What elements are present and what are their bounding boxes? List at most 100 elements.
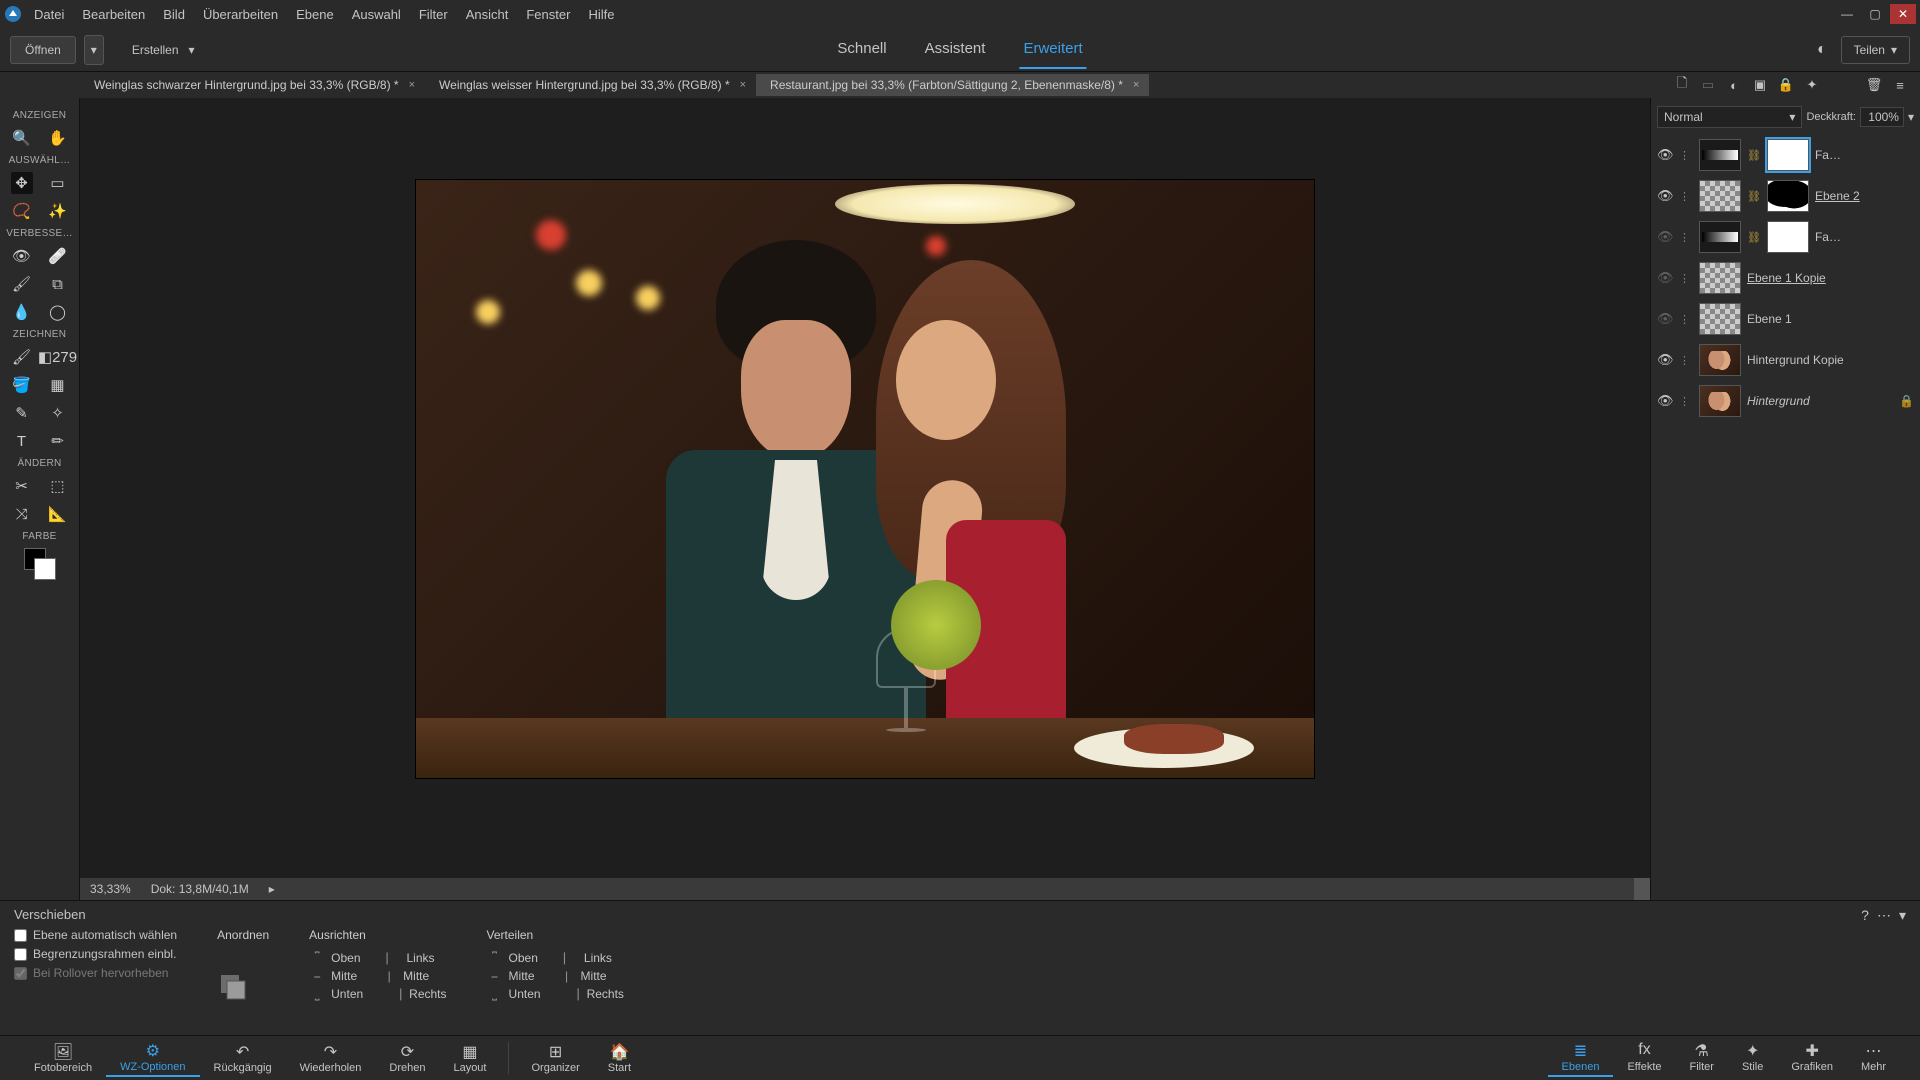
close-icon[interactable]: ×: [740, 79, 746, 91]
hand-tool[interactable]: ✋: [47, 127, 69, 149]
organizer-button[interactable]: ⊞Organizer: [517, 1040, 593, 1076]
layer-mask-thumb[interactable]: [1767, 180, 1809, 212]
crop-tool[interactable]: ✂: [11, 475, 33, 497]
layer-row[interactable]: 👁 ⋮ ⛓ Fa…: [1657, 136, 1914, 174]
zoom-tool[interactable]: 🔍: [11, 127, 33, 149]
sponge-tool[interactable]: ◯: [47, 301, 69, 323]
fx-icon[interactable]: ✦: [1802, 75, 1822, 95]
doctab-1[interactable]: Weinglas weisser Hintergrund.jpg bei 33,…: [425, 74, 756, 96]
mode-assistent[interactable]: Assistent: [921, 30, 990, 69]
rollover-highlight-checkbox[interactable]: Bei Rollover hervorheben: [14, 966, 177, 980]
align-right[interactable]: ⎹Rechts: [387, 987, 446, 1001]
visibility-toggle[interactable]: 👁: [1657, 352, 1673, 368]
auto-select-layer-checkbox[interactable]: Ebene automatisch wählen: [14, 928, 177, 942]
foreground-color[interactable]: [34, 558, 56, 580]
close-icon[interactable]: ×: [1133, 79, 1139, 91]
menu-auswahl[interactable]: Auswahl: [352, 7, 401, 22]
align-top[interactable]: ⎴Oben: [309, 951, 360, 965]
shape-tool[interactable]: ✧: [47, 402, 69, 424]
blur-tool[interactable]: 💧: [11, 301, 33, 323]
redo-button[interactable]: ↷Wiederholen: [286, 1040, 376, 1076]
dist-left[interactable]: ⎸Links: [562, 951, 612, 965]
layer-mask-thumb[interactable]: [1767, 221, 1809, 253]
marquee-tool[interactable]: ▭: [47, 172, 69, 194]
layer-mask-thumb[interactable]: [1767, 139, 1809, 171]
layer-name[interactable]: Ebene 2: [1815, 189, 1914, 203]
visibility-toggle[interactable]: 👁: [1657, 229, 1673, 245]
link-icon[interactable]: ⋮: [1679, 149, 1693, 162]
align-vcenter[interactable]: ⎯Mitte: [309, 969, 357, 983]
color-swatches[interactable]: [24, 548, 56, 580]
layer-name[interactable]: Fa…: [1815, 230, 1914, 244]
mask-icon[interactable]: ▣: [1750, 75, 1770, 95]
collapse-icon[interactable]: ▾: [1899, 907, 1906, 924]
blend-mode-select[interactable]: Normal▾: [1657, 106, 1802, 128]
content-move-tool[interactable]: ⤨: [11, 503, 33, 525]
layer-thumb[interactable]: [1699, 303, 1741, 335]
close-icon[interactable]: ×: [409, 79, 415, 91]
eyedropper-tool[interactable]: ✎: [11, 402, 33, 424]
layer-thumb[interactable]: [1699, 385, 1741, 417]
eraser-tool[interactable]: ◧279: [47, 346, 69, 368]
styles-tab[interactable]: ✦Stile: [1728, 1039, 1777, 1077]
home-button[interactable]: 🏠Start: [594, 1040, 645, 1076]
link-icon[interactable]: ⋮: [1679, 354, 1693, 367]
fill-tool[interactable]: 🪣: [11, 374, 33, 396]
close-button[interactable]: ✕: [1890, 4, 1916, 24]
theme-toggle-icon[interactable]: ◐: [1817, 41, 1827, 59]
mask-link-icon[interactable]: ⛓: [1747, 149, 1761, 162]
layer-thumb[interactable]: [1699, 180, 1741, 212]
layer-name[interactable]: Fa…: [1815, 148, 1914, 162]
canvas-area[interactable]: 33,33% Dok: 13,8M/40,1M ▸: [80, 98, 1650, 900]
recompose-tool[interactable]: ⬚: [47, 475, 69, 497]
menu-filter[interactable]: Filter: [419, 7, 448, 22]
lasso-tool[interactable]: 📿: [11, 200, 33, 222]
wand-tool[interactable]: ✨: [47, 200, 69, 222]
menu-ebene[interactable]: Ebene: [296, 7, 334, 22]
chevron-down-icon[interactable]: ▾: [1908, 110, 1914, 124]
create-button[interactable]: Erstellen▾: [122, 37, 205, 63]
photo-bin-button[interactable]: 🖼Fotobereich: [20, 1040, 106, 1076]
layer-name[interactable]: Hintergrund: [1747, 394, 1893, 408]
menu-bild[interactable]: Bild: [163, 7, 185, 22]
mask-link-icon[interactable]: ⛓: [1747, 231, 1761, 244]
layer-row[interactable]: 👁 ⋮ Hintergrund Kopie: [1657, 341, 1914, 379]
panel-menu-icon[interactable]: ≡: [1890, 75, 1910, 95]
menu-ueberarbeiten[interactable]: Überarbeiten: [203, 7, 278, 22]
opacity-input[interactable]: 100%: [1860, 107, 1904, 127]
more-tab[interactable]: ⋯Mehr: [1847, 1039, 1900, 1077]
redeye-tool[interactable]: 👁: [11, 245, 33, 267]
layer-thumb[interactable]: [1699, 139, 1741, 171]
link-icon[interactable]: ⋮: [1679, 231, 1693, 244]
show-bounding-box-checkbox[interactable]: Begrenzungsrahmen einbl.: [14, 947, 177, 961]
rotate-button[interactable]: ⟳Drehen: [375, 1040, 439, 1076]
clone-tool[interactable]: ⧉: [47, 273, 69, 295]
link-icon[interactable]: ⋮: [1679, 395, 1693, 408]
layer-row[interactable]: 👁 ⋮ Ebene 1 Kopie: [1657, 259, 1914, 297]
gradient-tool[interactable]: ▦: [47, 374, 69, 396]
new-layer-icon[interactable]: 🗋: [1672, 75, 1692, 95]
minimize-button[interactable]: —: [1834, 4, 1860, 24]
layer-name[interactable]: Hintergrund Kopie: [1747, 353, 1914, 367]
smart-brush-tool[interactable]: 🖌: [11, 273, 33, 295]
straighten-tool[interactable]: 📐: [47, 503, 69, 525]
link-icon[interactable]: ⋮: [1679, 190, 1693, 203]
menu-hilfe[interactable]: Hilfe: [588, 7, 614, 22]
visibility-toggle[interactable]: 👁: [1657, 147, 1673, 163]
menu-ansicht[interactable]: Ansicht: [466, 7, 509, 22]
doctab-0[interactable]: Weinglas schwarzer Hintergrund.jpg bei 3…: [80, 74, 425, 96]
dist-bottom[interactable]: ⎵Unten: [487, 987, 541, 1001]
link-icon[interactable]: ⋮: [1679, 313, 1693, 326]
type-tool[interactable]: T: [11, 430, 33, 452]
open-dropdown[interactable]: ▾: [84, 35, 104, 65]
visibility-toggle[interactable]: 👁: [1657, 188, 1673, 204]
menu-fenster[interactable]: Fenster: [526, 7, 570, 22]
align-bottom[interactable]: ⎵Unten: [309, 987, 363, 1001]
align-left[interactable]: ⎸Links: [385, 951, 435, 965]
zoom-level[interactable]: 33,33%: [90, 882, 131, 896]
layer-thumb[interactable]: [1699, 344, 1741, 376]
menu-datei[interactable]: Datei: [34, 7, 64, 22]
dist-right[interactable]: ⎹Rechts: [565, 987, 624, 1001]
dist-hcenter[interactable]: |Mitte: [559, 969, 607, 983]
mask-link-icon[interactable]: ⛓: [1747, 190, 1761, 203]
